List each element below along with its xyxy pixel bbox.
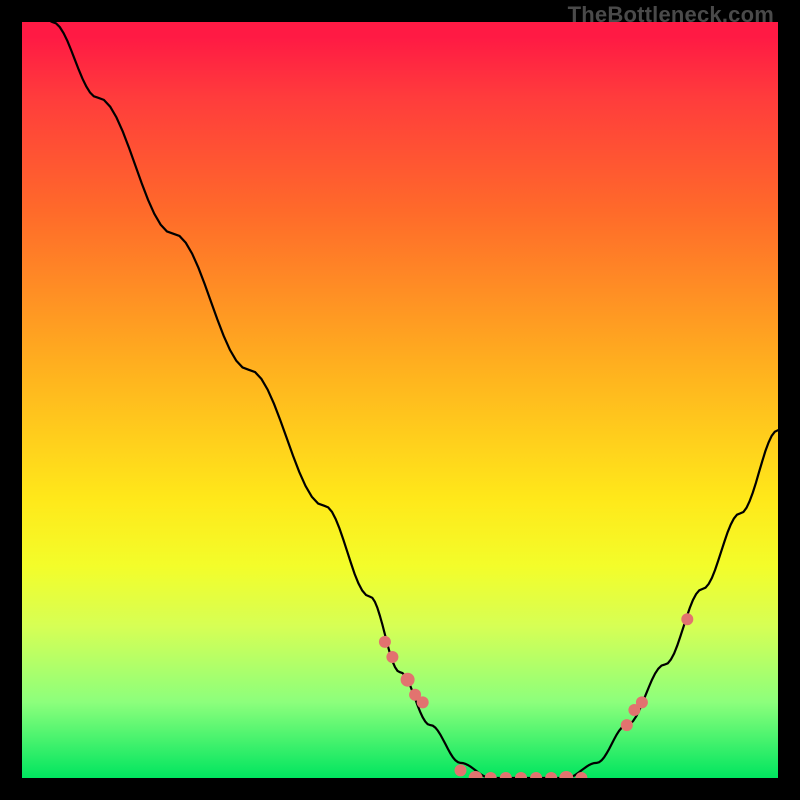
data-point [386,651,398,663]
data-point [469,771,483,778]
chart-frame [22,22,778,778]
chart-svg [22,22,778,778]
data-point [636,696,648,708]
data-point [500,772,512,778]
data-point [545,772,557,778]
data-point [485,772,497,778]
data-point [530,772,542,778]
data-point [417,696,429,708]
data-point [455,764,467,776]
data-point [681,613,693,625]
bottleneck-curve [22,22,778,778]
data-point [401,673,415,687]
data-point [621,719,633,731]
data-point [559,771,573,778]
data-point [515,772,527,778]
watermark-text: TheBottleneck.com [568,2,774,28]
data-point [379,636,391,648]
